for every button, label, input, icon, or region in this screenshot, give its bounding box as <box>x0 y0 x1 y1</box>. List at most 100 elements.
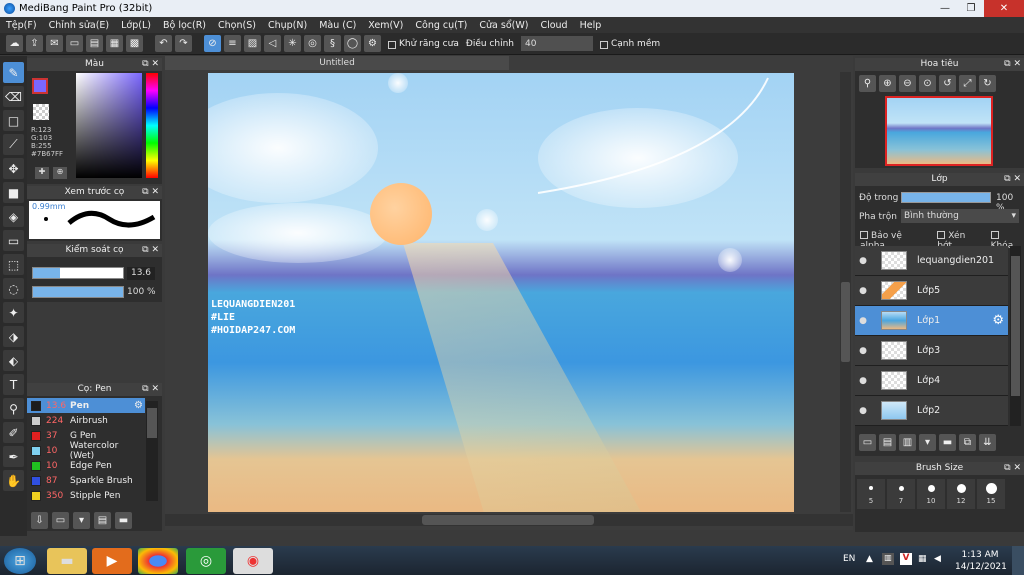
crosshatch-snap-icon[interactable]: ▨ <box>244 35 261 52</box>
layer-item-selected[interactable]: ● Lớp1 ⚙ <box>855 306 1008 336</box>
snap-off-icon[interactable]: ⊘ <box>204 35 221 52</box>
document-icon[interactable]: ▤ <box>86 35 103 52</box>
panel-close-icon[interactable]: ⧉ ✕ <box>1004 462 1021 475</box>
layer-item[interactable]: ● Lớp3 <box>855 336 1008 366</box>
tray-volume-icon[interactable]: ◀ <box>934 554 941 564</box>
maximize-button[interactable]: ❐ <box>958 0 984 17</box>
start-button[interactable]: ⊞ <box>4 548 36 574</box>
menu-edit[interactable]: Chỉnh sửa(E) <box>43 20 116 31</box>
radial-snap-icon[interactable]: ✳ <box>284 35 301 52</box>
file-explorer-icon[interactable]: ▬ <box>47 548 87 574</box>
export-icon[interactable]: ⇪ <box>26 35 43 52</box>
menu-color[interactable]: Màu (C) <box>313 20 362 31</box>
brush-size-cell[interactable]: 5 <box>857 479 885 509</box>
close-button[interactable]: ✕ <box>984 0 1024 17</box>
menu-select[interactable]: Chọn(S) <box>212 20 262 31</box>
lock-checkbox[interactable] <box>990 231 999 239</box>
brush-item-sparkle[interactable]: 87 Sparkle Brush <box>27 473 145 488</box>
correction-select[interactable]: 40 <box>520 36 593 51</box>
eye-icon[interactable]: ● <box>855 346 871 356</box>
layer-item[interactable]: ● Lớp2 <box>855 396 1008 426</box>
add-brush-icon[interactable]: ⇩ <box>31 512 48 529</box>
brush-size-cell[interactable]: 10 <box>917 479 945 509</box>
merge-layer-icon[interactable]: ⇊ <box>979 434 996 451</box>
tray-v-icon[interactable]: V <box>900 553 912 565</box>
minimize-button[interactable]: — <box>932 0 958 17</box>
new-8bit-layer-icon[interactable]: ▥ <box>899 434 916 451</box>
gear-icon[interactable]: ⚙ <box>992 313 1004 328</box>
layer-item[interactable]: ● Lớp5 <box>855 276 1008 306</box>
menu-layer[interactable]: Lớp(L) <box>115 20 157 31</box>
move-tool-icon[interactable]: ✥ <box>3 158 24 179</box>
menu-cloud[interactable]: Cloud <box>534 20 573 31</box>
tray-up-arrow-icon[interactable]: ▲ <box>866 554 873 564</box>
color-add-icon[interactable]: ✚ <box>35 167 49 179</box>
eye-icon[interactable]: ● <box>855 286 871 296</box>
divide-tool-icon[interactable]: ⚲ <box>3 398 24 419</box>
shape-tool-icon[interactable]: □ <box>3 110 24 131</box>
gear-icon[interactable]: ⚙ <box>134 400 143 411</box>
layer-options-icon[interactable]: ▾ <box>919 434 936 451</box>
gradient-tool-icon[interactable]: ▭ <box>3 230 24 251</box>
hue-slider[interactable] <box>146 73 158 178</box>
menu-view[interactable]: Xem(V) <box>362 20 409 31</box>
clipping-checkbox[interactable] <box>937 231 946 239</box>
eye-icon[interactable]: ● <box>855 376 871 386</box>
brush-item-airbrush[interactable]: 224 Airbrush <box>27 413 145 428</box>
curve-snap-icon[interactable]: § <box>324 35 341 52</box>
duplicate-layer-icon[interactable]: ⧉ <box>959 434 976 451</box>
new-layer-icon[interactable]: ▭ <box>859 434 876 451</box>
navigator-thumbnail[interactable] <box>885 96 993 166</box>
zoom-reset-icon[interactable]: ⊙ <box>919 75 936 92</box>
document-tab[interactable]: Untitled <box>165 56 509 70</box>
rotate-right-icon[interactable]: ↻ <box>979 75 996 92</box>
brush-item-stipple[interactable]: 350 Stipple Pen <box>27 488 145 503</box>
brush-opacity-slider[interactable] <box>32 286 124 298</box>
select-tool-icon[interactable]: ⬚ <box>3 254 24 275</box>
zoom-out-icon[interactable]: ⊖ <box>899 75 916 92</box>
antialias-option[interactable]: Khử răng cưa <box>388 39 459 49</box>
menu-filter[interactable]: Bộ lọc(R) <box>157 20 212 31</box>
new-icon[interactable]: ▭ <box>66 35 83 52</box>
eyedropper-tool-icon[interactable]: ✐ <box>3 422 24 443</box>
tray-app-icon[interactable]: ▥ <box>882 553 894 565</box>
soft-edge-checkbox[interactable] <box>599 40 608 49</box>
clock[interactable]: 1:13 AM 14/12/2021 <box>955 549 1007 573</box>
eye-icon[interactable]: ● <box>855 256 871 266</box>
soft-edge-option[interactable]: Cạnh mềm <box>599 39 660 49</box>
parallel-snap-icon[interactable]: ≡ <box>224 35 241 52</box>
dot-tool-icon[interactable]: ⟋ <box>3 134 24 155</box>
layer-folder-icon[interactable]: ▬ <box>939 434 956 451</box>
panel-close-icon[interactable]: ⧉ ✕ <box>1004 58 1021 71</box>
medibang-taskbar-icon[interactable]: ◉ <box>233 548 273 574</box>
brush-tool-icon[interactable]: ✎ <box>3 62 24 83</box>
layer-scrollbar[interactable] <box>1010 246 1021 426</box>
layer-item[interactable]: ● lequangdien201 <box>855 246 1008 276</box>
snap-settings-icon[interactable]: ⚙ <box>364 35 381 52</box>
select-eraser-tool-icon[interactable]: ⬖ <box>3 350 24 371</box>
select-pen-tool-icon[interactable]: ⬗ <box>3 326 24 347</box>
magic-wand-tool-icon[interactable]: ✦ <box>3 302 24 323</box>
panel-close-icon[interactable]: ⧉ ✕ <box>142 186 159 199</box>
antialias-checkbox[interactable] <box>388 40 396 49</box>
bucket-tool-icon[interactable]: ◈ <box>3 206 24 227</box>
brush-options-icon[interactable]: ▾ <box>73 512 90 529</box>
comment-icon[interactable]: ✉ <box>46 35 63 52</box>
layer-item[interactable]: ● Lớp4 <box>855 366 1008 396</box>
panel-close-icon[interactable]: ⧉ ✕ <box>142 383 159 396</box>
vanishing-snap-icon[interactable]: ◁ <box>264 35 281 52</box>
color-zoom-icon[interactable]: ⊕ <box>53 167 67 179</box>
brush-copy-icon[interactable]: ▤ <box>94 512 111 529</box>
brush-size-slider[interactable] <box>32 267 124 279</box>
brush-item-pen[interactable]: 13.6 Pen ⚙ <box>27 398 145 413</box>
brush-folder-icon[interactable]: ▬ <box>115 512 132 529</box>
chrome-icon[interactable] <box>138 548 178 574</box>
brush-size-cell[interactable]: 12 <box>947 479 975 509</box>
show-desktop-button[interactable] <box>1012 546 1024 575</box>
new-brush-icon[interactable]: ▭ <box>52 512 69 529</box>
brush-list-scrollbar[interactable] <box>146 401 158 501</box>
tray-network-icon[interactable]: ▦ <box>918 554 927 564</box>
fill-rect-tool-icon[interactable]: ■ <box>3 182 24 203</box>
blend-select[interactable]: Bình thường ▾ <box>901 209 1019 223</box>
ellipse-snap-icon[interactable]: ◯ <box>344 35 361 52</box>
